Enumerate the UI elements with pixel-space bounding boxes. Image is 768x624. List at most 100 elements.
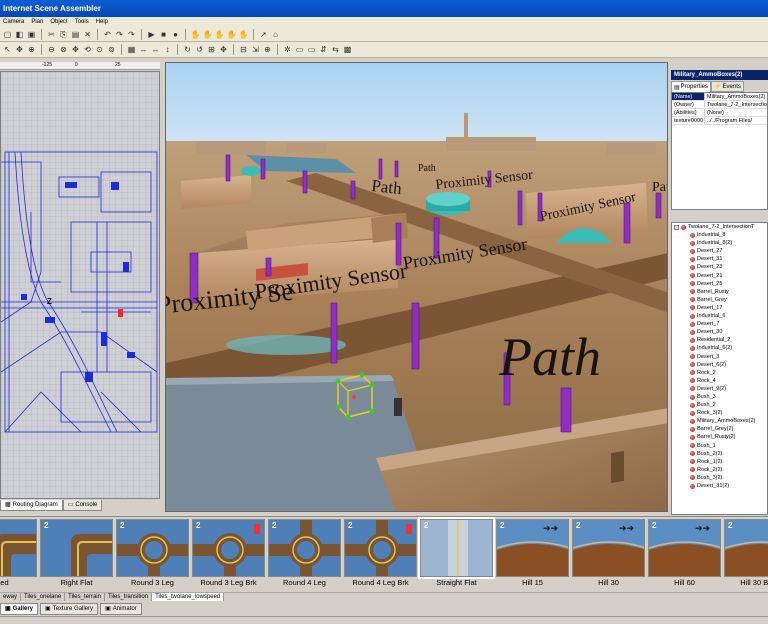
tab-events[interactable]: ⚡ Events — [711, 81, 744, 92]
property-value[interactable]: Twolane_7-2_Intersectio — [705, 101, 767, 108]
gallery-category-tab[interactable]: Tiles_terrain — [65, 593, 105, 601]
tool-button-icon[interactable]: ⊕ — [26, 44, 37, 55]
play-icon[interactable]: ▶ — [146, 29, 157, 40]
tree-item[interactable]: Rock_1(2) — [672, 458, 767, 466]
record-icon[interactable]: ● — [170, 29, 181, 40]
tree-item[interactable]: Desert_31(2) — [672, 482, 767, 490]
property-row[interactable]: (Abilities) (None) — [672, 109, 767, 117]
property-value[interactable]: Military_AmmoBoxes(2) — [705, 93, 767, 100]
open-icon[interactable]: ◧ — [14, 29, 25, 40]
tool-button-icon[interactable]: ⊗ — [58, 44, 69, 55]
tool-button-icon[interactable]: ▭ — [294, 44, 305, 55]
routing-canvas[interactable]: Z — [1, 72, 160, 499]
tree-item[interactable]: Desert_31 — [672, 255, 767, 263]
gallery-category-tab[interactable]: Tiles_onelane — [21, 593, 66, 601]
tool-button-icon[interactable]: ⊙ — [94, 44, 105, 55]
save-icon[interactable]: ▣ — [26, 29, 37, 40]
gallery-tile[interactable]: 2 Right Flat — [40, 519, 113, 589]
menu-plan[interactable]: Plan — [30, 17, 44, 28]
hand-icon[interactable]: ✋ — [214, 29, 225, 40]
gallery-tile[interactable]: ➜➜ 2 Hill 15 — [496, 519, 569, 589]
tree-item[interactable]: Bush_3 — [672, 393, 767, 401]
tool-button-icon[interactable]: ⇵ — [318, 44, 329, 55]
camera-icon[interactable]: ⌂ — [270, 29, 281, 40]
gallery-category-tab[interactable]: eway — [0, 593, 22, 601]
menu-object[interactable]: Object — [49, 17, 68, 28]
tree-root[interactable]: − Twolane_7-2_IntersectionT — [672, 223, 767, 231]
tool-button-icon[interactable]: ⟲ — [82, 44, 93, 55]
tool-button-icon[interactable]: ↔ — [150, 44, 161, 55]
property-value[interactable]: ../../Program Files/ — [705, 117, 767, 124]
gallery-tile[interactable]: 2 Straight Flat — [418, 517, 495, 589]
tree-item[interactable]: Barrel_Rusty(2) — [672, 433, 767, 441]
tool-button-icon[interactable]: ⊚ — [106, 44, 117, 55]
tree-item[interactable]: Industrial_8(2) — [672, 239, 767, 247]
hand-icon[interactable]: ✋ — [190, 29, 201, 40]
gallery-tile[interactable]: 2 Round 3 Leg Brk — [192, 519, 265, 589]
tool-button-icon[interactable]: ↕ — [162, 44, 173, 55]
tree-item[interactable]: Barrel_Grey(2) — [672, 425, 767, 433]
copy-icon[interactable]: ⎘ — [58, 29, 69, 40]
undo-icon[interactable]: ↶ — [102, 29, 113, 40]
tool-button-icon[interactable]: ✥ — [218, 44, 229, 55]
dock-tab[interactable]: ▣ Gallery — [0, 603, 39, 615]
routing-diagram[interactable]: Z — [0, 71, 160, 499]
tool-button-icon[interactable]: ⇆ — [330, 44, 341, 55]
tool-button-icon[interactable]: ↻ — [182, 44, 193, 55]
redo-icon[interactable]: ↷ — [114, 29, 125, 40]
tree-item[interactable]: Industrial_6 — [672, 312, 767, 320]
property-row[interactable]: texture0000 ../../Program Files/ — [672, 117, 767, 125]
tool-button-icon[interactable]: ↔ — [138, 44, 149, 55]
tree-item[interactable]: Bush_2(2) — [672, 450, 767, 458]
property-row[interactable]: (Owner) Twolane_7-2_Intersectio — [672, 101, 767, 109]
tool-button-icon[interactable]: ▩ — [342, 44, 353, 55]
tab-console[interactable]: ▭ Console — [62, 500, 103, 511]
arrow-icon[interactable]: ➚ — [258, 29, 269, 40]
property-row[interactable]: (Name) Military_AmmoBoxes(2) — [672, 93, 767, 101]
menu-help[interactable]: Help — [95, 17, 109, 28]
tree-item[interactable]: Bush_1 — [672, 442, 767, 450]
tree-item[interactable]: Desert_27 — [672, 247, 767, 255]
property-value[interactable]: (None) — [705, 109, 767, 116]
redo-icon[interactable]: ↷ — [126, 29, 137, 40]
tab-properties[interactable]: ▤ Properties — [671, 81, 712, 92]
tree-item[interactable]: Bush_2 — [672, 401, 767, 409]
tree-item[interactable]: Industrial_6(2) — [672, 344, 767, 352]
tree-item[interactable]: Desert_23 — [672, 263, 767, 271]
menu-camera[interactable]: Camera — [2, 17, 25, 28]
tool-button-icon[interactable]: ✥ — [14, 44, 25, 55]
gallery-tile[interactable]: ➜➜2Hill 30 Botto — [724, 519, 768, 589]
new-icon[interactable]: ▢ — [2, 29, 13, 40]
tree-item[interactable]: Rock_4 — [672, 377, 767, 385]
tree-item[interactable]: Military_AmmoBoxes(2) — [672, 417, 767, 425]
gallery-tile[interactable]: ➜➜ 2 Hill 30 — [572, 519, 645, 589]
gallery-tile[interactable]: 2 Round 4 Leg Brk — [344, 519, 417, 589]
gallery-tile[interactable]: 2 Round 4 Leg — [268, 519, 341, 589]
tree-item[interactable]: Residential_2 — [672, 336, 767, 344]
hand-icon[interactable]: ✋ — [226, 29, 237, 40]
cut-icon[interactable]: ✂ — [46, 29, 57, 40]
tool-button-icon[interactable]: ✲ — [282, 44, 293, 55]
dock-tab[interactable]: ▣ Texture Gallery — [40, 603, 99, 615]
tool-button-icon[interactable]: ↖ — [2, 44, 13, 55]
tool-button-icon[interactable]: ▦ — [126, 44, 137, 55]
gallery-tile[interactable]: ➜➜ 2 Hill 60 — [648, 519, 721, 589]
hand-icon[interactable]: ✋ — [238, 29, 249, 40]
menu-tools[interactable]: Tools — [74, 17, 90, 28]
tree-item[interactable]: Barrel_Grey — [672, 296, 767, 304]
tree-item[interactable]: Barrel_Rusty — [672, 288, 767, 296]
tool-button-icon[interactable]: ✥ — [70, 44, 81, 55]
gallery-category-tab[interactable]: Tiles_transition — [105, 593, 153, 601]
tree-item[interactable]: Industrial_8 — [672, 231, 767, 239]
tree-item[interactable]: Rock_3(2) — [672, 409, 767, 417]
scene-render[interactable]: Path Path Path Proximity Sensor Proximit… — [166, 63, 668, 512]
tool-button-icon[interactable]: ⇲ — [250, 44, 261, 55]
properties-grid[interactable]: (Name) Military_AmmoBoxes(2) (Owner) Twolan… — [671, 92, 768, 210]
tree-item[interactable]: Rock_2(2) — [672, 466, 767, 474]
tree-item[interactable]: Desert_25 — [672, 280, 767, 288]
tree-item[interactable]: Desert_17 — [672, 304, 767, 312]
tool-button-icon[interactable]: ↺ — [194, 44, 205, 55]
tree-item[interactable]: Desert_7 — [672, 320, 767, 328]
delete-icon[interactable]: ✕ — [82, 29, 93, 40]
collapse-icon[interactable]: − — [674, 224, 679, 230]
